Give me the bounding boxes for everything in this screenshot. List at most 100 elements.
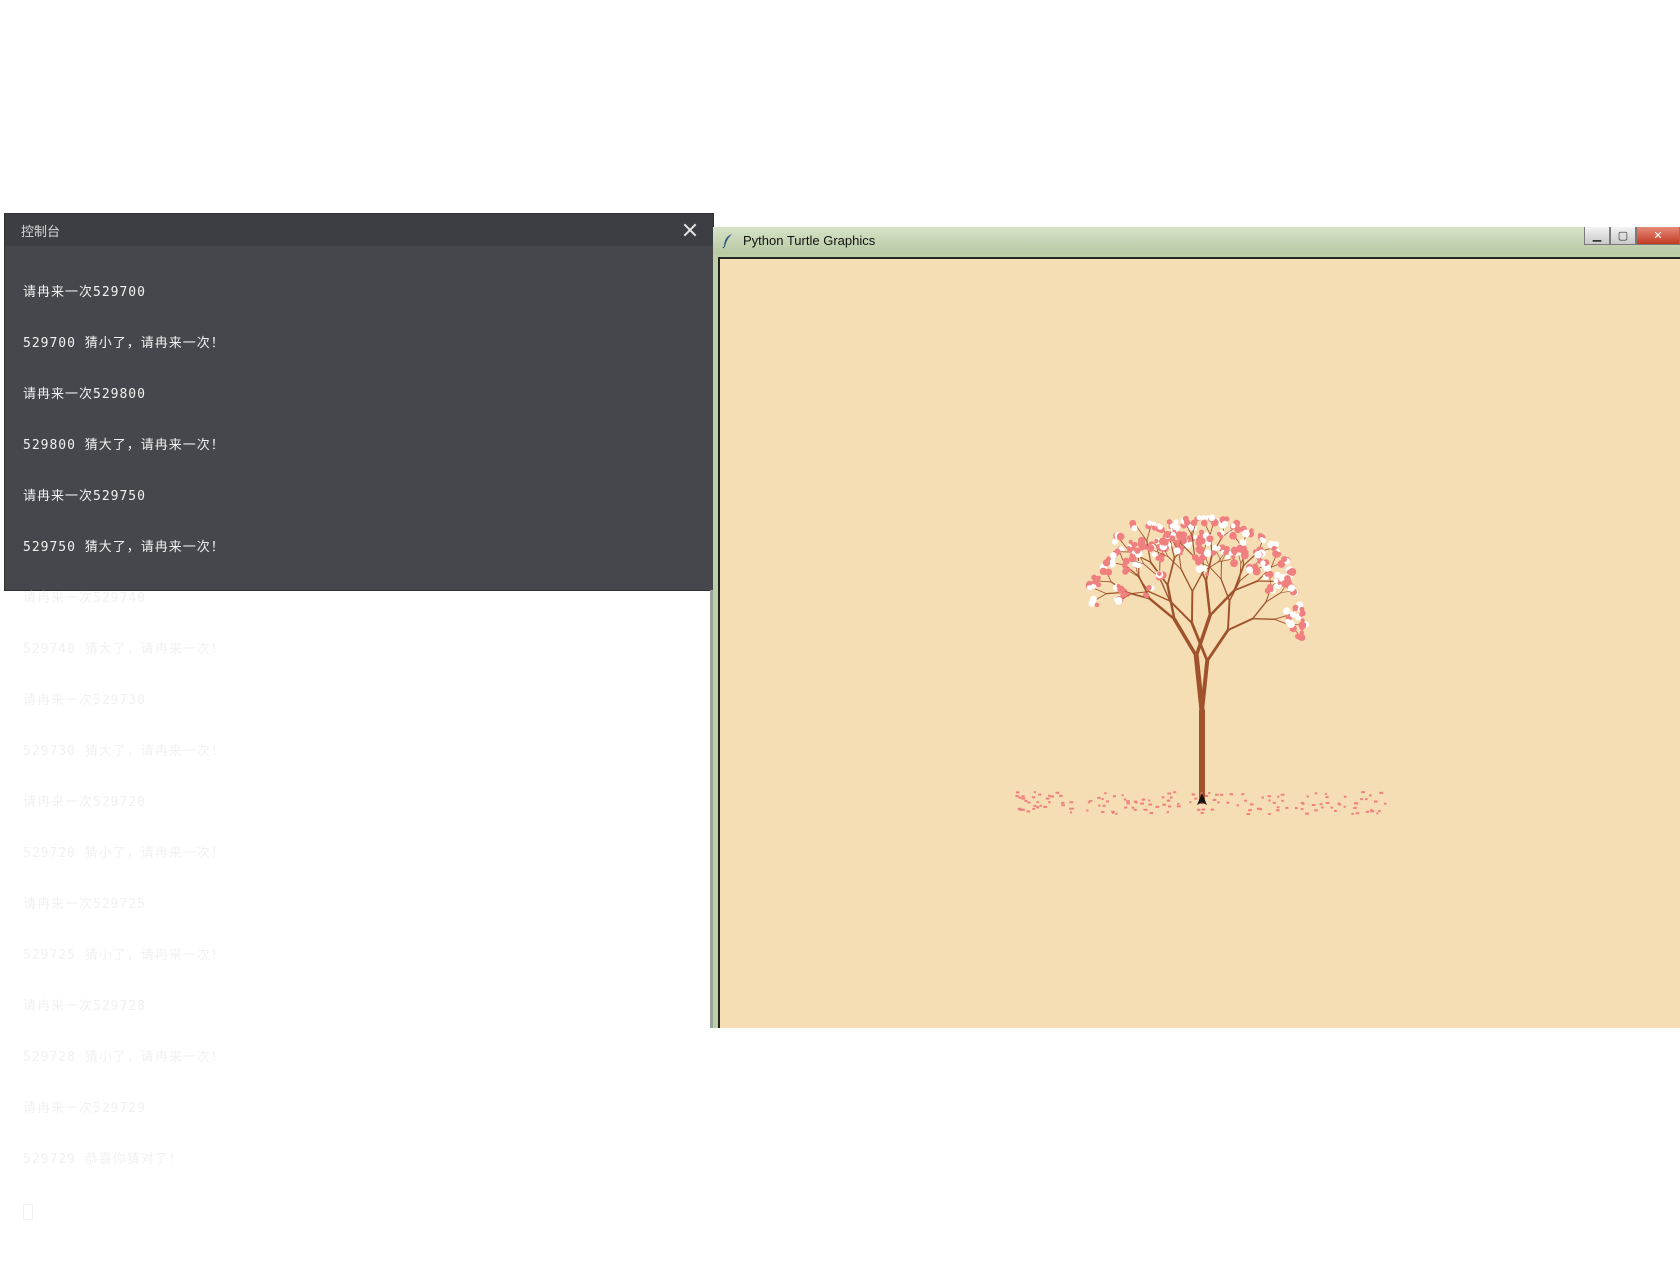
blossom (1095, 603, 1099, 608)
fallen-petal (1124, 799, 1127, 801)
fallen-petal (1103, 805, 1106, 807)
blossom (1211, 550, 1217, 556)
fallen-petal (1026, 810, 1030, 812)
turtle-titlebar[interactable]: Python Turtle Graphics ▁ ▢ ✕ (713, 227, 1680, 254)
fallen-petal (1037, 801, 1039, 803)
fallen-petal (1273, 802, 1276, 804)
blossom (1290, 611, 1296, 617)
console-line: 请冉来一次529750 (23, 488, 695, 505)
fallen-petal (1122, 794, 1124, 796)
fallen-petal (1069, 801, 1073, 803)
fallen-petal (1167, 811, 1169, 813)
blossom (1286, 579, 1292, 585)
fallen-petal (1022, 795, 1025, 797)
fallen-petal (1201, 809, 1204, 811)
turtle-canvas[interactable] (720, 259, 1680, 1028)
fallen-petal (1162, 796, 1165, 798)
fallen-petal (1248, 809, 1252, 811)
blossom (1115, 597, 1123, 605)
fallen-petal (1241, 793, 1244, 795)
blossom (1152, 521, 1156, 525)
fallen-petal (1215, 794, 1218, 796)
fallen-petal (1307, 795, 1309, 797)
fallen-petal (1205, 795, 1208, 797)
close-icon[interactable] (681, 221, 699, 239)
fallen-petal (1039, 805, 1042, 807)
fallen-petal (1344, 806, 1346, 808)
fallen-petal (1046, 798, 1050, 800)
blossom (1269, 587, 1274, 592)
fallen-petal (1059, 795, 1063, 797)
fallen-petal (1015, 795, 1019, 797)
blossom (1299, 612, 1303, 616)
fallen-petal (1111, 811, 1115, 813)
fallen-petal (1162, 804, 1166, 806)
fallen-petal (1021, 798, 1025, 800)
fallen-petal (1315, 792, 1317, 794)
console-line: 529740 猜大了，请冉来一次！ (23, 641, 695, 658)
blossom (1204, 549, 1212, 557)
console-line: 529728 猜小了，请冉来一次！ (23, 1049, 695, 1066)
blossom (1129, 540, 1133, 544)
blossom (1209, 514, 1216, 521)
fallen-petal (1360, 798, 1363, 800)
fallen-petal (1259, 808, 1262, 810)
maximize-icon[interactable]: ▢ (1610, 227, 1636, 245)
blossom (1127, 546, 1131, 550)
fallen-petal (1126, 800, 1130, 802)
blossom (1162, 539, 1169, 546)
fallen-petal (1370, 809, 1372, 811)
blossom (1265, 572, 1270, 577)
console-output[interactable]: 请冉来一次529700 529700 猜小了，请冉来一次！ 请冉来一次52980… (5, 246, 713, 1263)
fallen-petal (1197, 809, 1200, 811)
fallen-petal (1277, 806, 1280, 808)
fallen-petal (1168, 805, 1171, 807)
feather-icon (721, 233, 735, 249)
fallen-petal (1237, 804, 1239, 806)
blossom (1146, 585, 1151, 590)
turtle-canvas-frame (718, 257, 1680, 1028)
fallen-petal (1036, 806, 1038, 808)
fallen-petal (1217, 801, 1219, 803)
fallen-petal (1070, 811, 1072, 813)
blossom (1300, 631, 1304, 635)
blossom (1096, 576, 1101, 581)
fallen-petal (1305, 813, 1309, 815)
blossom (1212, 545, 1217, 550)
fallen-petal (1167, 800, 1169, 802)
blossom (1132, 542, 1137, 547)
blossom (1287, 570, 1292, 575)
fallen-petal (1104, 792, 1106, 794)
close-icon[interactable]: ✕ (1636, 227, 1680, 245)
window-controls: ▁ ▢ ✕ (1584, 227, 1680, 245)
blossom (1206, 535, 1213, 542)
blossom (1197, 546, 1205, 554)
fallen-petal (1325, 796, 1328, 798)
blossom (1225, 555, 1230, 560)
fallen-petal (1281, 800, 1284, 802)
text-cursor[interactable] (23, 1204, 33, 1220)
fallen-petal (1378, 810, 1381, 812)
fallen-petal (1034, 805, 1037, 807)
fallen-petal (1027, 802, 1030, 804)
fallen-petal (1098, 805, 1100, 807)
minimize-icon[interactable]: ▁ (1584, 227, 1610, 245)
blossom (1096, 582, 1101, 587)
fallen-petal (1376, 812, 1378, 814)
fallen-petal (1144, 809, 1148, 811)
blossom (1110, 552, 1117, 559)
blossom (1191, 519, 1198, 526)
console-line: 529800 猜大了，请冉来一次！ (23, 437, 695, 454)
fallen-petal (1177, 805, 1181, 807)
fallen-petal (1276, 809, 1280, 811)
fallen-petal (1101, 798, 1103, 800)
fallen-petal (1301, 802, 1304, 804)
blossom (1117, 533, 1125, 541)
blossom (1254, 551, 1262, 559)
blossom (1288, 585, 1295, 592)
blossom (1283, 607, 1290, 614)
console-line: 529720 猜小了，请冉来一次！ (23, 845, 695, 862)
blossom (1122, 569, 1128, 575)
fallen-petal (1312, 804, 1316, 806)
fallen-petal (1330, 807, 1332, 809)
